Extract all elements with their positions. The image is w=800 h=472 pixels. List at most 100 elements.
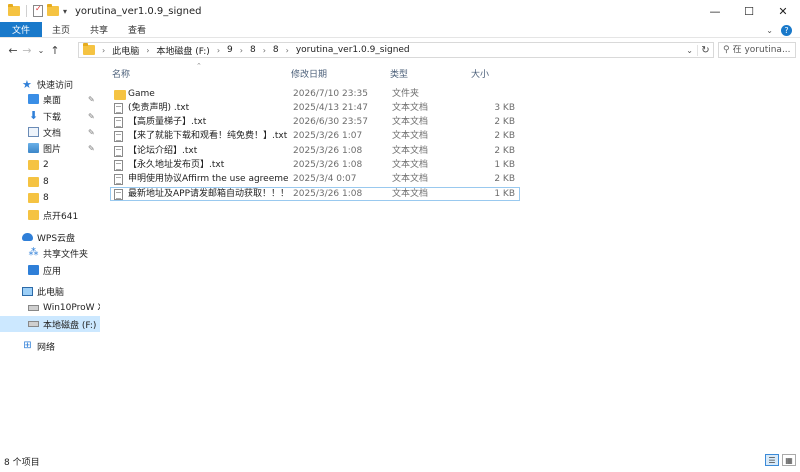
folder-icon	[28, 160, 39, 170]
maximize-button[interactable]: ☐	[732, 0, 766, 22]
sidebar-item-wps-cloud[interactable]: WPS云盘	[0, 229, 100, 245]
folder-icon	[28, 210, 39, 220]
file-type: 文本文档	[392, 174, 429, 184]
sidebar-item-apps[interactable]: 应用	[0, 262, 100, 278]
address-history-chevron-icon[interactable]: ⌄	[682, 46, 697, 55]
breadcrumb-separator-icon[interactable]: ›	[240, 46, 243, 55]
expand-ribbon-chevron-icon[interactable]: ⌄	[766, 26, 773, 35]
file-size: 1 KB	[494, 189, 515, 199]
file-row[interactable]: 【来了就能下载和观看！纯免费！】.txt 2025/3/26 1:07 文本文档…	[110, 129, 520, 143]
pin-icon[interactable]: ✎	[88, 95, 95, 104]
breadcrumb-separator-icon[interactable]: ›	[146, 46, 149, 55]
network-icon: ⊞	[23, 340, 32, 351]
column-header-type[interactable]: 类型	[390, 65, 470, 81]
pictures-icon	[28, 143, 39, 153]
new-folder-icon[interactable]	[47, 4, 59, 16]
breadcrumb-separator-icon[interactable]: ›	[286, 46, 289, 55]
column-header-size[interactable]: 大小	[471, 65, 511, 81]
address-bar[interactable]: › 此电脑 › 本地磁盘 (F:) › 9 › 8 › 8 › yorutina…	[78, 42, 714, 58]
text-file-icon	[114, 131, 123, 142]
forward-arrow-icon[interactable]: →	[20, 44, 34, 57]
refresh-icon[interactable]: ↻	[697, 44, 713, 56]
download-icon: ⬇	[28, 109, 39, 122]
sidebar-item-label: WPS云盘	[37, 233, 76, 244]
recent-locations-chevron-icon[interactable]: ⌄	[34, 46, 48, 55]
search-icon: ⚲	[723, 45, 730, 55]
pin-icon[interactable]: ✎	[88, 112, 95, 121]
sidebar-item-folder-8b[interactable]: 8	[0, 190, 100, 206]
tab-share[interactable]: 共享	[80, 22, 118, 37]
breadcrumb-this-pc[interactable]: 此电脑	[112, 44, 139, 57]
computer-icon	[22, 286, 33, 296]
pin-icon[interactable]: ✎	[88, 144, 95, 153]
sidebar-item-label: 此电脑	[37, 287, 65, 298]
file-name: 【高质量梯子】.txt	[128, 117, 207, 127]
column-header-date-modified[interactable]: 修改日期	[291, 65, 387, 81]
address-bar-controls: ⌄ ↻	[682, 43, 713, 57]
documents-icon	[28, 127, 39, 137]
file-row[interactable]: (免责声明) .txt 2025/4/13 21:47 文本文档 3 KB	[110, 101, 520, 115]
sidebar-item-label: 共享文件夹	[43, 249, 89, 260]
file-date-modified: 2026/6/30 23:57	[293, 117, 368, 127]
sidebar-item-label: Win10ProW X64 (C:)	[43, 303, 100, 313]
sidebar-item-drive-f[interactable]: 本地磁盘 (F:)	[0, 316, 100, 332]
search-box[interactable]: ⚲	[718, 42, 796, 58]
large-icons-view-icon[interactable]: ▦	[782, 454, 796, 466]
file-row[interactable]: 【永久地址发布页】.txt 2025/3/26 1:08 文本文档 1 KB	[110, 158, 520, 172]
file-row[interactable]: 【论坛介绍】.txt 2025/3/26 1:08 文本文档 2 KB	[110, 144, 520, 158]
tab-view[interactable]: 查看	[118, 22, 156, 37]
breadcrumb-folder-8b[interactable]: 8	[273, 45, 279, 55]
sidebar-item-folder-dian-kai[interactable]: 点开641	[0, 207, 100, 223]
text-file-icon	[114, 189, 123, 200]
customize-toolbar-chevron-icon[interactable]: ▾	[63, 7, 67, 16]
file-type: 文本文档	[392, 131, 429, 141]
breadcrumb-folder-9[interactable]: 9	[227, 45, 233, 55]
tab-file[interactable]: 文件	[0, 22, 43, 37]
sidebar-item-drive-c[interactable]: Win10ProW X64 (C:)	[0, 300, 100, 316]
tab-home[interactable]: 主页	[42, 22, 80, 37]
file-name: 【来了就能下载和观看！纯免费！】.txt	[128, 131, 288, 141]
minimize-button[interactable]: —	[698, 0, 732, 22]
sidebar-item-folder-8a[interactable]: 8	[0, 174, 100, 190]
cloud-icon	[22, 233, 33, 241]
sidebar-item-quick-access[interactable]: ★ 快速访问	[0, 76, 100, 92]
breadcrumb-separator-icon[interactable]: ›	[263, 46, 266, 55]
sidebar-item-label: 8	[43, 193, 49, 203]
sidebar-item-label: 本地磁盘 (F:)	[43, 320, 97, 331]
breadcrumb-separator-icon[interactable]: ›	[102, 46, 105, 55]
sidebar-item-desktop[interactable]: 桌面 ✎	[0, 91, 100, 107]
sidebar-item-shared-folder[interactable]: ⁂ 共享文件夹	[0, 245, 100, 261]
file-row[interactable]: Game 2026/7/10 23:35 文件夹	[110, 87, 520, 101]
breadcrumb-separator-icon[interactable]: ›	[217, 46, 220, 55]
view-toggle: ☰ ▦	[765, 454, 796, 466]
sidebar-item-this-pc[interactable]: 此电脑	[0, 283, 100, 299]
file-row[interactable]: 申明使用协议Affirm the use agreement.txt 2025/…	[110, 172, 520, 186]
sidebar-item-documents[interactable]: 文档 ✎	[0, 124, 100, 140]
window-controls: — ☐ ✕	[698, 0, 800, 22]
breadcrumb-folder-8a[interactable]: 8	[250, 45, 256, 55]
properties-icon[interactable]	[33, 4, 43, 17]
search-input[interactable]	[732, 45, 793, 55]
details-view-icon[interactable]: ☰	[765, 454, 779, 466]
file-row[interactable]: 最新地址及APP请发邮箱自动获取！！！.txt 2025/3/26 1:08 文…	[110, 187, 520, 201]
close-button[interactable]: ✕	[766, 0, 800, 22]
navigation-pane: ★ 快速访问 桌面 ✎ ⬇ 下载 ✎ 文档 ✎ 图片 ✎ 2 8 8 点开641…	[0, 62, 100, 450]
column-header-name[interactable]: 名称	[112, 65, 288, 81]
sidebar-item-label: 文档	[43, 128, 62, 139]
share-icon: ⁂	[28, 247, 39, 258]
file-row[interactable]: 【高质量梯子】.txt 2026/6/30 23:57 文本文档 2 KB	[110, 115, 520, 129]
sidebar-item-folder-2[interactable]: 2	[0, 157, 100, 173]
back-arrow-icon[interactable]: ←	[6, 44, 20, 57]
pin-icon[interactable]: ✎	[88, 128, 95, 137]
file-type: 文本文档	[392, 160, 429, 170]
sidebar-item-network[interactable]: ⊞ 网络	[0, 338, 100, 354]
help-icon[interactable]: ?	[781, 24, 792, 36]
sidebar-item-downloads[interactable]: ⬇ 下载 ✎	[0, 108, 100, 124]
sidebar-item-pictures[interactable]: 图片 ✎	[0, 140, 100, 156]
star-icon: ★	[22, 77, 32, 91]
breadcrumb-local-disk-f[interactable]: 本地磁盘 (F:)	[156, 44, 209, 57]
up-arrow-icon[interactable]: ↑	[48, 44, 62, 57]
sidebar-item-label: 下载	[43, 112, 62, 123]
sidebar-item-label: 桌面	[43, 95, 62, 106]
breadcrumb-current-folder[interactable]: yorutina_ver1.0.9_signed	[296, 45, 410, 55]
